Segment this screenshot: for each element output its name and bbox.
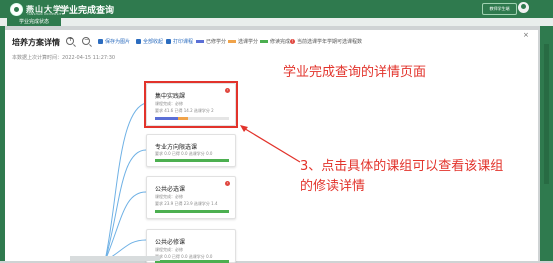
annotation-arrow <box>240 125 301 163</box>
annotation-step3-line2: 的修读详情 <box>300 179 366 194</box>
annotation-detail-page: 学业完成查询的详情页面 <box>283 65 427 80</box>
annotation-step3-line1: 3、点击具体的课组可以查看该课组 <box>300 159 504 174</box>
